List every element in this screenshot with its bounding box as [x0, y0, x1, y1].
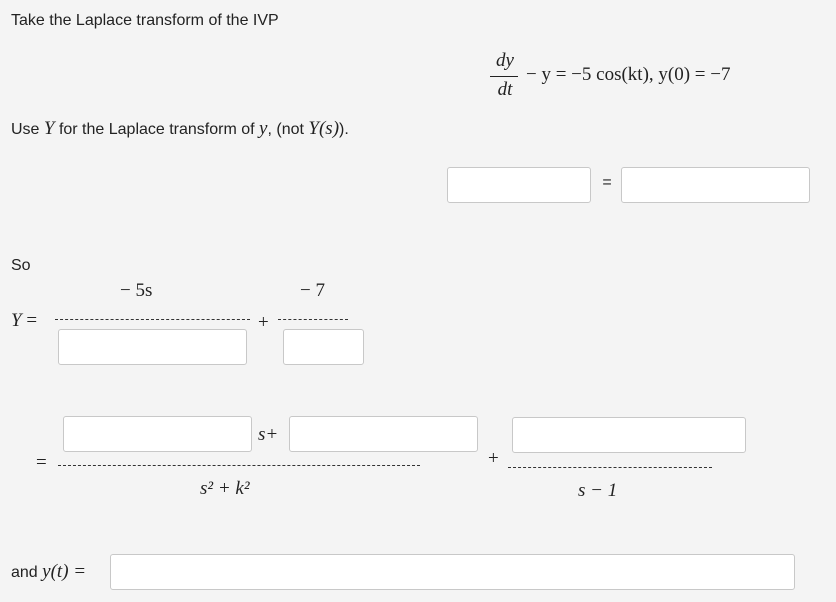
transform-equals-sign: =: [602, 174, 612, 191]
partial-denominator-2: s − 1: [578, 480, 618, 501]
term1-denominator-input[interactable]: [58, 329, 247, 365]
transform-lhs-input[interactable]: [447, 167, 591, 203]
term1-numerator: − 5s: [120, 280, 153, 301]
partial-denominator-1: s² + k²: [200, 478, 250, 499]
ode-equation-rest: − y = −5 cos(kt), y(0) = −7: [526, 64, 731, 85]
instruction-Y-of-s: Y(s): [308, 118, 340, 139]
so-label: So: [11, 257, 31, 274]
solution-label-math: y(t) =: [42, 561, 87, 582]
term-plus-sign: +: [258, 312, 269, 333]
term1-fraction-bar: [55, 319, 250, 320]
partial-coef-b-input[interactable]: [289, 416, 478, 452]
partial-numerator-2-input[interactable]: [512, 417, 746, 453]
instruction-middle: for the Laplace transform of: [58, 121, 255, 138]
problem-prompt: Take the Laplace transform of the IVP: [11, 12, 279, 29]
partial-fraction-bar-1: [58, 465, 420, 466]
solution-label-text: and: [11, 564, 38, 581]
transform-rhs-input[interactable]: [621, 167, 810, 203]
partial-plus-sign: +: [488, 448, 499, 469]
instruction-text: Use Y for the Laplace transform of y, (n…: [11, 118, 349, 140]
instruction-suffix-b: ).: [339, 121, 349, 138]
solution-input[interactable]: [110, 554, 795, 590]
partial-equals-sign: =: [36, 452, 47, 473]
partial-coef-a-input[interactable]: [63, 416, 252, 452]
partial-fraction-bar-2: [508, 467, 712, 468]
term2-fraction-bar: [278, 319, 348, 320]
solution-label: and y(t) =: [11, 561, 86, 583]
instruction-Y: Y: [43, 118, 55, 139]
instruction-prefix: Use: [11, 121, 40, 138]
ode-denominator: dt: [497, 79, 513, 100]
term2-denominator-input[interactable]: [283, 329, 364, 365]
ode-numerator: dy: [496, 50, 514, 71]
instruction-suffix-a: , (not: [267, 121, 304, 138]
ode-fraction-bar: [490, 76, 518, 77]
y-equals-label: Y =: [11, 310, 38, 331]
term2-numerator: − 7: [300, 280, 325, 301]
partial-s-plus: s+: [258, 424, 279, 445]
